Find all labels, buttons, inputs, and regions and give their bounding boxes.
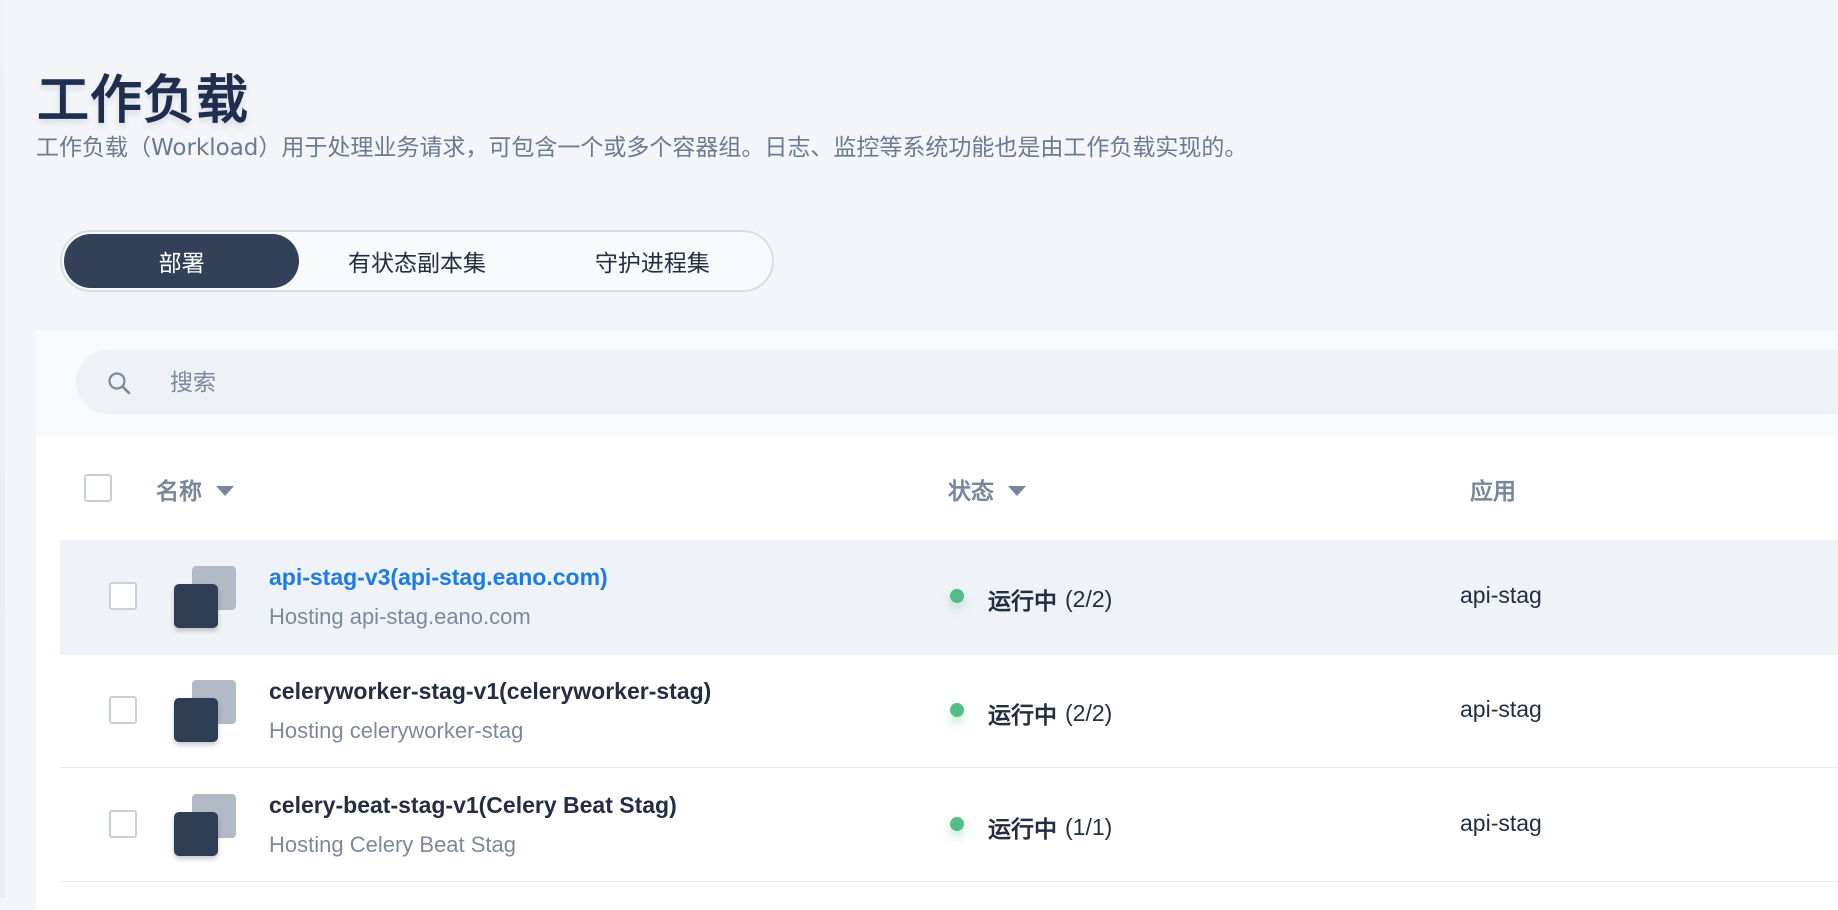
- workload-icon: [174, 794, 236, 856]
- replica-count: (1/1): [1065, 813, 1113, 840]
- status-cell: 运行中 (2/2): [950, 696, 1112, 730]
- select-all-checkbox[interactable]: [84, 474, 112, 502]
- workload-subtitle: Hosting api-stag.eano.com: [269, 604, 531, 629]
- workload-name-link[interactable]: celeryworker-stag-v1(celeryworker-stag): [269, 678, 711, 705]
- app-name: api-stag: [1460, 582, 1542, 608]
- status-cell: 运行中 (1/1): [950, 810, 1112, 844]
- column-header-name-label: 名称: [156, 479, 202, 505]
- column-header-app-label: 应用: [1470, 479, 1516, 505]
- status-running-dot-icon: [950, 589, 964, 603]
- search-input[interactable]: [168, 350, 1772, 416]
- column-header-status[interactable]: 状态: [948, 472, 1026, 506]
- column-header-app: 应用: [1470, 472, 1516, 506]
- table-row[interactable]: celery-beat-stag-v1(Celery Beat Stag) Ho…: [60, 768, 1838, 882]
- table-header: 名称 状态 应用: [36, 436, 1838, 540]
- tab-daemonsets[interactable]: 守护进程集: [535, 234, 770, 288]
- row-checkbox[interactable]: [109, 810, 137, 838]
- table-row[interactable]: celeryworker-stag-v1(celeryworker-stag) …: [60, 654, 1838, 768]
- sort-caret-icon[interactable]: [216, 485, 234, 496]
- tab-deployments[interactable]: 部署: [64, 234, 300, 288]
- app-name: api-stag: [1460, 810, 1542, 836]
- search-bar[interactable]: [76, 350, 1838, 416]
- status-running-dot-icon: [950, 817, 964, 831]
- page-title: 工作负载: [37, 71, 250, 131]
- status-label: 运行中: [988, 817, 1057, 843]
- status-label: 运行中: [988, 703, 1057, 729]
- workload-icon: [174, 680, 236, 742]
- replica-count: (2/2): [1065, 585, 1113, 612]
- row-checkbox[interactable]: [109, 582, 137, 610]
- left-edge-strip: [0, 0, 5, 898]
- workload-name-link[interactable]: api-stag-v3(api-stag.eano.com): [269, 564, 608, 591]
- row-checkbox[interactable]: [109, 696, 137, 724]
- toolbar: [36, 330, 1838, 437]
- workload-type-tabs: 部署 有状态副本集 守护进程集: [60, 230, 774, 292]
- workload-subtitle: Hosting Celery Beat Stag: [269, 832, 517, 857]
- column-header-status-label: 状态: [948, 479, 994, 505]
- replica-count: (2/2): [1065, 699, 1113, 726]
- workload-subtitle: Hosting celeryworker-stag: [269, 718, 524, 743]
- workload-name-link[interactable]: celery-beat-stag-v1(Celery Beat Stag): [269, 792, 677, 819]
- column-header-name[interactable]: 名称: [156, 472, 234, 506]
- app-name: api-stag: [1460, 696, 1542, 722]
- workload-icon: [174, 566, 236, 628]
- status-label: 运行中: [988, 589, 1057, 615]
- status-running-dot-icon: [950, 703, 964, 717]
- page-description: 工作负载（Workload）用于处理业务请求，可包含一个或多个容器组。日志、监控…: [36, 135, 1248, 161]
- filter-caret-icon[interactable]: [1008, 485, 1026, 496]
- table-row[interactable]: api-stag-v3(api-stag.eano.com) Hosting a…: [60, 540, 1838, 654]
- workload-list-panel: 名称 状态 应用 api-stag-v3(api-stag.eano.com) …: [36, 330, 1838, 910]
- tab-statefulsets[interactable]: 有状态副本集: [299, 234, 534, 288]
- search-icon: [108, 372, 131, 395]
- status-cell: 运行中 (2/2): [950, 582, 1112, 616]
